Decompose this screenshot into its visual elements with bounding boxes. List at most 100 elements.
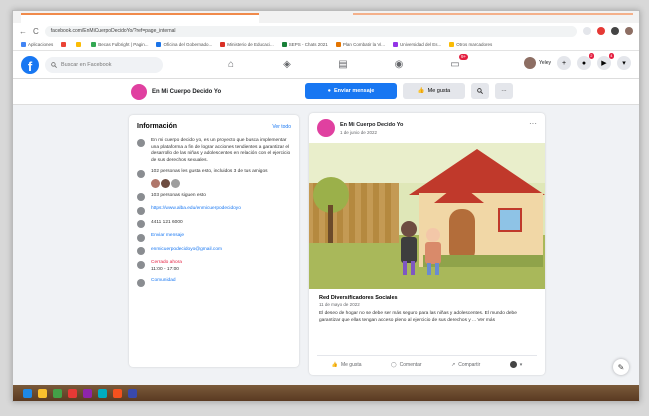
account-chevron-down-icon[interactable]: ▾ [617,56,631,70]
info-row-category: Comunidad [137,278,291,287]
taskbar-app-icon[interactable] [113,388,122,398]
status-closed[interactable]: Cerrado ahora [151,260,182,265]
followers-icon [137,193,145,201]
extension-icon[interactable] [611,27,619,35]
bookmark-item[interactable]: Becas Fulbright | Pagin... [91,42,148,47]
comment-button[interactable]: ◯ Comentar [391,362,422,368]
see-all-link[interactable]: Ver todo [272,124,291,130]
bookmark-label: Oficina del Gobernado... [163,42,213,47]
avatar[interactable] [317,119,335,137]
avatar [151,178,160,188]
post-illustration[interactable] [309,143,545,289]
extension-icon[interactable] [583,27,591,35]
send-message-link[interactable]: Enviar mensaje [151,233,291,242]
back-icon[interactable]: ← [19,27,27,36]
like-button[interactable]: 👍 Me gusta [332,362,362,368]
page-description: En mi cuerpo decido yo, es un proyecto q… [151,138,291,163]
category-link[interactable]: Comunidad [151,278,291,287]
notifications-bell-icon[interactable]: ▶ 4 [597,53,614,70]
share-label: Compartir [458,361,481,368]
profile-shortcut[interactable]: Yeley [523,57,551,69]
tag-icon [137,278,145,287]
taskbar-app-icon[interactable] [53,388,62,398]
info-card: Información Ver todo En mi cuerpo decido… [129,115,299,367]
facebook-logo-icon[interactable]: f [21,55,39,74]
more-options-icon[interactable]: ··· [529,119,537,128]
menu-grid-icon[interactable]: + [557,56,571,70]
messenger-icon [137,233,145,242]
share-button[interactable]: ↗ Compartir [451,362,480,368]
post-text: El deseo de hogar no se debe ser más seg… [319,311,517,323]
like-page-button[interactable]: 👍 Me gusta [403,83,465,99]
browser-url-bar: ← C facebook.com/EnMiCuerpoDecidoYo/?ref… [13,23,639,39]
new-message-icon[interactable]: ✎ [613,359,629,375]
followers-text: 103 personas siguen esto [151,192,206,198]
reload-icon[interactable]: C [33,27,39,36]
bookmark-item[interactable] [61,42,68,47]
bookmark-favicon-icon [61,42,67,47]
website-link[interactable]: https://www.alba.edu/enmicuerpodecidoyo [151,206,291,215]
taskbar-app-icon[interactable] [38,388,47,398]
avatar [509,361,517,368]
bookmark-favicon-icon [91,42,97,47]
nav-groups-icon[interactable]: ◉ [371,52,427,78]
nav-notification-badge: 9+ [459,53,469,60]
info-icon [137,138,145,147]
send-message-button[interactable]: ● Enviar mensaje [305,83,397,99]
address-input[interactable]: facebook.com/EnMiCuerpoDecidoYo/?ref=pag… [44,25,577,37]
bookmark-item[interactable]: Plan Combatir la Vi... [335,42,385,47]
taskbar-app-icon[interactable] [98,388,107,398]
messenger-icon[interactable]: ● 2 [577,53,594,70]
globe-icon [137,206,145,215]
facebook-topbar: f Buscar en Facebook ⌂ ◈ ▤ ◉ ▭ 9+ Yeley … [13,51,639,79]
nav-marketplace-icon[interactable]: ▤ [315,52,371,78]
page-avatar [131,84,147,100]
bookmark-favicon-icon [281,42,287,47]
nav-friends-icon[interactable]: ◈ [259,52,315,78]
bookmark-favicon-icon [220,42,226,47]
search-input[interactable]: Buscar en Facebook [45,56,163,73]
bookmark-favicon-icon [21,42,26,47]
shared-source-date: 11 de mayo de 2022 [319,301,360,307]
info-title: Información [137,123,178,130]
extension-icon[interactable] [597,27,605,35]
page-name: En Mi Cuerpo Decido Yo [152,89,222,95]
search-page-button[interactable] [471,83,489,99]
page-actions: ● Enviar mensaje 👍 Me gusta ··· [305,83,513,99]
taskbar-app-icon[interactable] [128,388,137,398]
nav-home-icon[interactable]: ⌂ [203,52,259,78]
search-icon [477,88,483,94]
bookmark-item[interactable] [76,42,83,47]
bookmark-item[interactable]: Oficina del Gobernado... [156,42,212,47]
audience-selector[interactable]: ▾ [509,361,523,368]
send-message-label: Enviar mensaje [333,88,375,94]
profile-avatar-icon[interactable] [625,27,633,35]
more-options-button[interactable]: ··· [495,83,513,99]
info-row-website: https://www.alba.edu/enmicuerpodecidoyo [137,206,291,215]
taskbar-app-icon[interactable] [68,388,77,398]
bookmark-item[interactable]: Ministerio de Educaci... [220,42,274,47]
bookmark-item[interactable]: Aplicaciones [21,42,53,47]
bookmark-item[interactable]: SEPS - Chats 2021 [281,42,328,47]
browser-tab-inactive[interactable] [353,13,633,23]
phone-number: 4411 121 6000 [151,219,183,225]
chevron-down-icon: ▾ [519,361,523,368]
bookmark-item[interactable]: Otros marcadores [449,42,492,47]
post-author[interactable]: En Mi Cuerpo Decido Yo [340,122,403,128]
nav-gaming-icon[interactable]: ▭ 9+ [427,52,483,78]
info-row-likes: 102 personas les gusta esto, incluidos 3… [137,169,291,188]
avatar [171,178,180,188]
thumbs-up-icon: 👍 [417,88,425,94]
page-title[interactable]: En Mi Cuerpo Decido Yo [131,84,221,100]
browser-tab-active[interactable] [21,13,259,23]
start-icon[interactable] [23,388,32,398]
thumbs-up-icon: 👍 [331,361,338,368]
info-row-phone: 4411 121 6000 [137,219,291,228]
os-taskbar [13,385,639,401]
email-link[interactable]: enmicuerpodecidoyo@gmail.com [151,247,291,256]
share-icon: ↗ [451,361,456,368]
taskbar-app-icon[interactable] [83,388,92,398]
bookmark-label: Plan Combatir la Vi... [342,42,385,47]
post-date[interactable]: 1 de junio de 2022 [340,130,403,135]
bookmark-item[interactable]: Universidad del Es... [393,42,441,47]
